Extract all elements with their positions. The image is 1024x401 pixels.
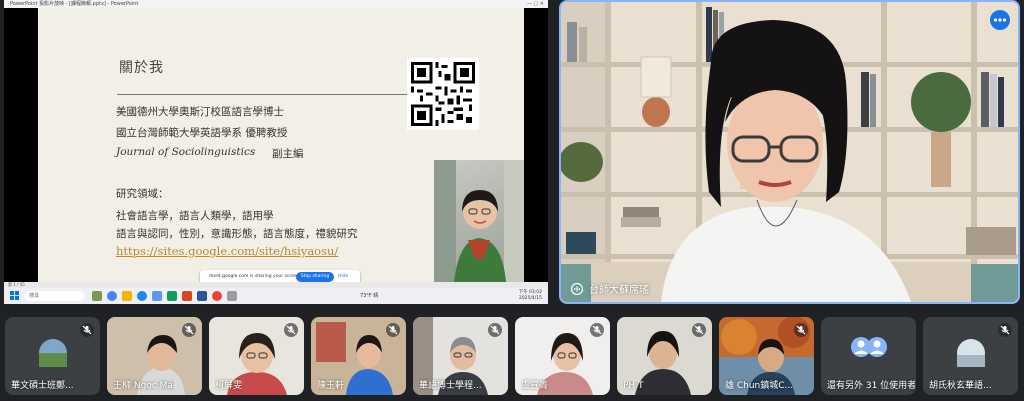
slide-line-position: 國立台灣師範大學英語學系 優聘教授	[116, 127, 288, 139]
participant-tile[interactable]: 雄 Chun鎮城C...	[719, 317, 814, 395]
windows-taskbar: 搜尋 73°F 晴 下午 03:02 2025/4/15	[4, 288, 548, 304]
mic-off-icon	[794, 323, 808, 337]
mic-off-icon	[386, 323, 400, 337]
speaker-video	[561, 2, 1018, 302]
participant-name: 陳玉軒	[317, 381, 345, 391]
taskbar-clock[interactable]: 下午 03:02 2025/4/15	[519, 290, 542, 302]
clock-date: 2025/4/15	[518, 296, 542, 301]
app-word-icon[interactable]	[197, 291, 207, 301]
participant-tile[interactable]: 胡氏秋玄華語...	[923, 317, 1018, 395]
presentation-titlebar: PowerPoint 投影片放映 - [課程簡報.pptx] - PowerPo…	[4, 0, 548, 8]
window-controls: — ▢ ✕	[526, 1, 544, 7]
slide-divider	[117, 94, 407, 95]
shared-screen: PowerPoint 投影片放映 - [課程簡報.pptx] - PowerPo…	[4, 0, 548, 304]
slide-line-degree: 美國德州大學奧斯汀校區語言學博士	[116, 106, 284, 118]
mic-off-icon	[182, 323, 196, 337]
mic-off-icon	[998, 323, 1012, 337]
mic-off-icon	[284, 323, 298, 337]
participant-name: 華文碩士班鄭...	[11, 381, 74, 391]
slide-line-research-fields: 社會語言學，語言人類學，語用學	[116, 210, 274, 222]
weather-widget[interactable]: 73°F 晴	[360, 292, 378, 299]
qr-code	[407, 58, 479, 130]
slide-website-link[interactable]: https://sites.google.com/site/hsiyaosu/	[116, 244, 338, 258]
speaker-name: 台師大蘇席瑤	[589, 285, 649, 296]
slide: 關於我 美國德州大學奧斯汀校區語言學博士 國立台灣師範大學英語學系 優聘教授 J…	[38, 8, 524, 282]
more-participants-label: 還有另外 31 位使用者	[827, 381, 915, 391]
participant-tile[interactable]: 陳玉軒	[311, 317, 406, 395]
participant-name: 柯屏雯	[215, 381, 243, 391]
window-title: PowerPoint 投影片放映 - [課程簡報.pptx] - PowerPo…	[10, 1, 139, 7]
slide-line-research-heading: 研究領域：	[116, 188, 169, 200]
participant-tile[interactable]: 華語博士學程...	[413, 317, 508, 395]
presenter-photo	[434, 160, 524, 282]
taskbar-apps	[92, 291, 237, 301]
app-misc-icon[interactable]	[227, 291, 237, 301]
speaking-indicator-icon	[571, 282, 583, 295]
participant-name: 雄 Chun鎮城C...	[725, 381, 794, 391]
windows-start-icon[interactable]	[10, 291, 19, 300]
taskbar-search[interactable]: 搜尋	[24, 291, 84, 301]
slide-line-editor-role: 副主編	[272, 148, 304, 160]
slide-line-research-topics: 語言與認同，性別，意識形態，語言態度，禮貌研究	[116, 228, 358, 240]
more-dots-icon	[993, 18, 1007, 22]
participant-name: 華語博士學程...	[419, 381, 482, 391]
more-options-button[interactable]	[990, 10, 1010, 30]
speaker-name-label: 台師大蘇席瑤	[571, 281, 649, 296]
active-speaker-tile[interactable]: 台師大蘇席瑤	[559, 0, 1020, 304]
hide-sharing-bar-button[interactable]: Hide	[338, 274, 348, 279]
participant-tile[interactable]: 王柳 Ngoc Mai	[107, 317, 202, 395]
participant-name: PH T	[623, 381, 644, 391]
sharing-message: meet.google.com is sharing your screen.	[209, 274, 301, 279]
participant-tile[interactable]: PH T	[617, 317, 712, 395]
mic-off-icon	[488, 323, 502, 337]
mic-off-icon	[692, 323, 706, 337]
app-store-icon[interactable]	[167, 291, 177, 301]
participant-tile[interactable]: 華文碩士班鄭...	[5, 317, 100, 395]
participant-name: 胡氏秋玄華語...	[929, 381, 992, 391]
meet-stage: PowerPoint 投影片放映 - [課程簡報.pptx] - PowerPo…	[0, 0, 1024, 401]
participant-name: 王柳 Ngoc Mai	[113, 381, 176, 391]
app-powerpoint-icon[interactable]	[182, 291, 192, 301]
mic-off-icon	[80, 323, 94, 337]
app-chrome-icon[interactable]	[107, 291, 117, 301]
app-photos-icon[interactable]	[152, 291, 162, 301]
slide-line-journal: Journal of Sociolinguistics	[116, 146, 256, 158]
app-chrome2-icon[interactable]	[212, 291, 222, 301]
participant-tile[interactable]: 柯屏雯	[209, 317, 304, 395]
participant-name: 盧宣菁	[521, 381, 549, 391]
slide-counter: 第 1 / 45	[8, 282, 25, 287]
app-edge-icon[interactable]	[137, 291, 147, 301]
app-explorer-icon[interactable]	[122, 291, 132, 301]
mic-off-icon	[590, 323, 604, 337]
participant-tile[interactable]: 盧宣菁	[515, 317, 610, 395]
more-participants-tile[interactable]: 還有另外 31 位使用者	[821, 317, 916, 395]
slide-title: 關於我	[119, 60, 164, 76]
stop-sharing-button[interactable]: Stop sharing	[296, 272, 334, 282]
app-widgets-icon[interactable]	[92, 291, 102, 301]
